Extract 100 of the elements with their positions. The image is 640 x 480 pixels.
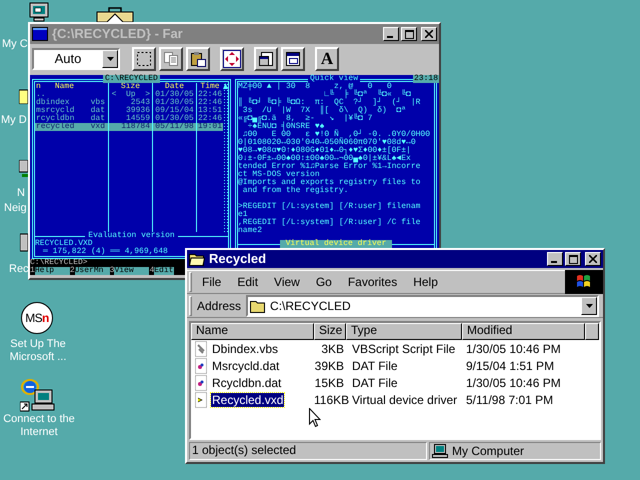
column-header[interactable]: Modified bbox=[462, 323, 585, 340]
properties-button[interactable] bbox=[254, 47, 278, 71]
globe-computer-icon[interactable] bbox=[20, 378, 56, 412]
menu-item[interactable]: Favorites bbox=[342, 271, 404, 293]
file-content-line: >REGEDIT [/L:system] [/R:user] filenam bbox=[238, 203, 422, 211]
file-content-line: tended Error %1♫Parse Error %1→Incorre bbox=[238, 163, 422, 171]
window-title: Recycled bbox=[209, 250, 266, 268]
table-cell-text: 1/30/05 10:46 PM bbox=[465, 374, 562, 392]
file-name[interactable]: Msrcycld.dat bbox=[211, 358, 280, 372]
table-cell-text: 39KB bbox=[314, 358, 345, 374]
minimize-button[interactable] bbox=[547, 252, 563, 266]
file-content-line: ,REGEDIT [/L:system] [/R:user] /C file bbox=[238, 219, 422, 227]
panel-path: C:\RECYCLED bbox=[103, 75, 160, 83]
file-content-line: and from the registry. bbox=[242, 187, 350, 195]
menu-item[interactable]: Go bbox=[310, 271, 338, 293]
close-button[interactable] bbox=[421, 27, 437, 41]
table-cell: 22:46 bbox=[197, 115, 223, 123]
file-content-line: ÷♠ENU◘ ╡ΘNSRE ♥♠ bbox=[248, 123, 324, 131]
mode-dropdown[interactable]: Auto bbox=[32, 48, 120, 70]
menu-item[interactable]: Edit bbox=[231, 271, 264, 293]
file-content-line: e1 bbox=[238, 211, 248, 219]
column-header[interactable]: n bbox=[36, 83, 41, 91]
table-cell-text: DAT File bbox=[351, 374, 399, 392]
close-icon bbox=[589, 255, 597, 263]
monitor-icon[interactable] bbox=[19, 160, 28, 178]
window-title: {C:\RECYCLED} - Far bbox=[52, 25, 183, 44]
table-cell: 05/11/98 bbox=[153, 123, 196, 131]
copy-button[interactable] bbox=[159, 47, 183, 71]
table-cell-text: 9/15/04 1:51 PM bbox=[465, 358, 556, 374]
maximize-icon bbox=[404, 30, 414, 38]
window-properties-icon bbox=[258, 51, 274, 67]
column-header[interactable]: Type bbox=[346, 323, 462, 340]
column-header[interactable]: Name bbox=[191, 323, 314, 340]
console-window-icon[interactable] bbox=[32, 26, 48, 42]
maximize-icon bbox=[568, 254, 578, 264]
caret-icon bbox=[586, 304, 592, 308]
scroll-up-arrow-icon[interactable] bbox=[223, 83, 228, 89]
file-content-line: Θ↓±-ΘF±↔ΘΘ♠ΘΘ↕±ΘΘ♠ΘΘ↔¬ΘΘ▄♠Θ|±¥&L♠◄Ex bbox=[238, 155, 411, 163]
table-cell-text: 01/30/05 bbox=[154, 91, 195, 99]
table-cell-text: VBScript Script File bbox=[351, 340, 456, 358]
maximize-button[interactable] bbox=[565, 252, 581, 266]
script-file-icon bbox=[193, 340, 209, 356]
file-name[interactable]: Recycled.vxd bbox=[211, 392, 284, 406]
column-header[interactable]: Size bbox=[314, 323, 346, 340]
minimize-button[interactable] bbox=[383, 27, 399, 41]
copy-pages-icon bbox=[163, 51, 179, 67]
toolbar-grip[interactable] bbox=[189, 296, 192, 316]
computer-icon bbox=[432, 444, 448, 458]
close-icon bbox=[425, 30, 433, 38]
select-area-button[interactable] bbox=[132, 47, 156, 71]
file-row[interactable]: dbindex vbs bbox=[35, 99, 108, 107]
menu-item[interactable]: View bbox=[268, 271, 306, 293]
file-content-line: ♫ΘΘ Ε ΘΘ ε ♥!Θ Ñ ,Θ┘ -Θ. .ΘΥΘ/ΘΗΘΘ bbox=[242, 131, 432, 139]
fullscreen-button[interactable] bbox=[220, 47, 244, 71]
maximize-button[interactable] bbox=[401, 27, 417, 41]
monitor-icon[interactable] bbox=[29, 2, 49, 22]
function-key[interactable]: View bbox=[114, 267, 150, 275]
file-content-line: ♥Θ8→♥Θ8α♥Θ↑♦Θ8ΘG♦Θ1♦↔Θ┐♦♥Σ♦ΘΘ♦±[ΘF±| bbox=[238, 147, 412, 155]
column-header[interactable]: Date bbox=[164, 83, 184, 91]
toolbar-grip[interactable] bbox=[189, 272, 192, 292]
table-cell-text: Virtual device driver bbox=[351, 392, 458, 408]
file-name[interactable]: Dbindex.vbs bbox=[211, 342, 280, 356]
file-name[interactable]: Rcycldbn.dat bbox=[211, 376, 282, 390]
dropdown-arrow-button[interactable] bbox=[102, 50, 118, 68]
file-row[interactable]: rcycldbn dat bbox=[35, 115, 108, 123]
msn-logo[interactable]: MSn bbox=[21, 302, 53, 334]
function-key[interactable]: Edit bbox=[154, 267, 174, 275]
file-row[interactable]: msrcycld dat bbox=[35, 107, 108, 115]
command-prompt[interactable]: C:\RECYCLED> bbox=[30, 259, 88, 267]
table-cell-text: 01/30/05 bbox=[154, 99, 195, 107]
address-field[interactable]: C:\RECYCLED bbox=[246, 294, 599, 316]
dashed-rectangle-icon bbox=[136, 51, 152, 67]
table-cell: 118784 bbox=[109, 123, 152, 131]
table-cell: 13:51 bbox=[197, 107, 223, 115]
menu-item[interactable]: Help bbox=[407, 271, 444, 293]
close-button[interactable] bbox=[585, 252, 601, 266]
table-cell-text: 01/30/05 bbox=[154, 115, 195, 123]
table-cell: 22:46 bbox=[197, 99, 223, 107]
table-cell-text: 09/15/04 bbox=[154, 107, 195, 115]
column-header[interactable]: Size bbox=[120, 83, 140, 91]
function-key[interactable]: UserMn bbox=[74, 267, 110, 275]
function-key[interactable]: Help bbox=[34, 267, 70, 275]
column-header[interactable]: Time bbox=[200, 83, 220, 91]
paste-button[interactable] bbox=[186, 47, 210, 71]
window-icon bbox=[285, 51, 301, 67]
clock: 23:18 bbox=[412, 75, 439, 83]
dropdown-arrow-button[interactable] bbox=[581, 296, 597, 314]
table-cell-text: 3KB bbox=[320, 340, 345, 358]
table-cell: 19:01 bbox=[197, 123, 223, 131]
menu-item[interactable]: File bbox=[196, 271, 228, 293]
briefcase-icon[interactable] bbox=[95, 6, 135, 22]
font-button[interactable]: A bbox=[315, 47, 339, 71]
window-button[interactable] bbox=[281, 47, 305, 71]
file-row[interactable]: recycled vxd bbox=[35, 123, 108, 131]
file-row[interactable]: .. bbox=[35, 91, 108, 99]
dropdown-value: Auto bbox=[54, 50, 82, 68]
table-cell-text: 2543 bbox=[130, 99, 151, 107]
column-header[interactable]: Name bbox=[54, 83, 74, 91]
current-file-name: RECYCLED.VXD bbox=[35, 240, 93, 248]
folder-icon[interactable] bbox=[189, 252, 205, 266]
